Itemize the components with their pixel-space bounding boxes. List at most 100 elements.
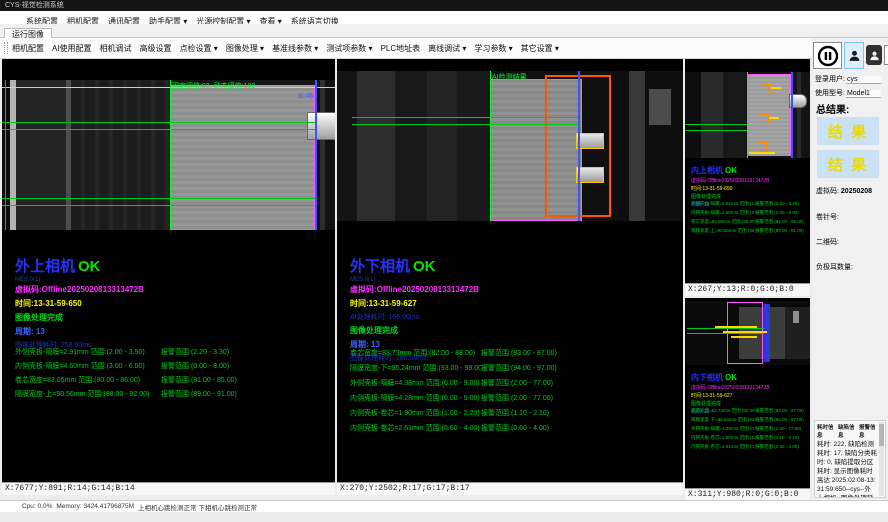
info-field: 负极耳数量: [816, 262, 853, 272]
login-user-value[interactable]: cys [846, 76, 881, 84]
overlay-line [685, 124, 747, 125]
toolbar-item[interactable]: 离线调试 ▾ [428, 38, 466, 59]
machinery-band [16, 80, 66, 230]
overlay-line [578, 71, 580, 221]
process-status: 图像处理完成 [350, 325, 655, 336]
machinery-band [427, 71, 457, 221]
camera2-pixel-statusbar: X:270;Y:2502;R:17;G:17;B:17 [337, 482, 683, 495]
measurement-rows: 卷芯宽度=83.73mm 范围:(82.00 - 88.00) 报警范围:(83… [350, 345, 679, 435]
toolbar-item[interactable]: 图像处理 ▾ [226, 38, 264, 59]
measurement-value: 外侧壳板-隔膜=4.38mm 范围:(0.00 - 9.00) [350, 378, 481, 388]
measurement-value: 内侧壳板-卷芯=2.61mm 范围:(0.60 - 4.00) [691, 444, 755, 450]
user-icon [848, 47, 861, 64]
measurement-value: 内侧壳板-隔膜=4.60mm 范围:(3.00 - 6.00) [691, 210, 755, 216]
camera1-image: 固定阈值:93, 动态阈值:100 B:46 [2, 80, 335, 230]
toolbar-item[interactable]: AI使用配置 [52, 38, 92, 59]
result-box-1: 结 果 [817, 117, 879, 145]
alarm-range: 报警范围:(0.60 - 4.00) [755, 444, 799, 450]
pause-button[interactable] [813, 42, 842, 69]
machinery-band [357, 71, 395, 221]
heartbeat-notes: 上相机心跳检测正常下相机心跳检测正常 [138, 502, 257, 512]
toolbar-item[interactable]: PLC地址表 [381, 38, 421, 59]
toolbar-item[interactable]: 点检设置 ▾ [180, 38, 218, 59]
measurement-rows: 外侧壳板-隔膜=2.91mm 范围:(2.00 - 3.50) 报警范围:(2.… [691, 199, 808, 235]
cycle-count: 周期: 13 [15, 326, 320, 337]
log-scrollbar[interactable] [879, 422, 884, 496]
alarm-range: 报警范围:(2.00 - 77.00) [755, 426, 801, 432]
camera3-pixel-statusbar: X:267;Y:13;R:0;G:0;B:0 [685, 283, 810, 296]
memory-usage: Memory: 3424.41796875M [56, 503, 134, 510]
log-tab[interactable]: 报警信息 [859, 423, 877, 439]
toolbar: 相机配置 AI使用配置相机调试高级设置点检设置 ▾ 图像处理 ▾ 基准线参数 ▾ 测试项… [0, 38, 888, 59]
measurement-row: 隔膜宽度-下=95.24mm 范围:(93.00 - 98.00) 报警范围:(… [350, 360, 679, 375]
defect-marker [761, 84, 771, 94]
measurement-rows: 卷芯宽度=83.73mm 范围:(82.00 - 88.00) 报警范围:(83… [691, 406, 808, 451]
measurement-value: 隔膜宽度-上=90.56mm 范围:(88.00 - 92.00) [691, 228, 755, 234]
overlay-bar [764, 304, 770, 362]
measurement-value: 卷芯宽度=83.73mm 范围:(82.00 - 88.00) [350, 348, 481, 358]
overlay-line [687, 333, 764, 334]
camera2-image: AI检测结果 [337, 71, 683, 221]
toolbar-item[interactable]: 高级设置 [140, 38, 172, 59]
measurement-row: 卷芯宽度=83.05mm 范围:(80.00 - 86.00) 报警范围:(81… [691, 217, 808, 226]
measurement-value: 内侧壳板-隔膜=4.60mm 范围:(3.00 - 6.00) [15, 361, 161, 371]
virtual-code: 虚拟码:Offline2025020813313472B [691, 384, 806, 391]
toolbar-item[interactable]: 基准线参数 ▾ [272, 38, 318, 59]
measurement-value: 隔膜宽度-下=95.24mm 范围:(93.00 - 98.00) [691, 417, 755, 423]
measurement-value: 外侧壳板-隔膜=4.38mm 范围:(0.00 - 9.00) [691, 426, 755, 432]
login-user-button[interactable] [844, 42, 864, 69]
alarm-range: 报警范围:(1.10 - 2.10) [481, 408, 549, 418]
overlay-line [2, 198, 315, 199]
tab-strip: 运行图像 [0, 24, 888, 38]
toolbar-item[interactable]: 测试项参数 ▾ [326, 38, 372, 59]
annotation-mark [771, 87, 781, 89]
measurement-row: 内侧壳板-卷芯=1.90mm 范围:(1.00 - 2.20) 报警范围:(1.… [691, 433, 808, 442]
control-sidebar: 登录用户:cys 使用型号:Model1 总结果: 结 果 结 果 虚拟码: 2… [812, 38, 888, 500]
model-row: 使用型号:Model1 [815, 88, 881, 98]
measurement-row: 隔膜宽度-上=90.56mm 范围:(88.00 - 92.00) 报警范围:(… [15, 387, 331, 401]
ai-elapsed: AI处理耗时: 166.00ms [350, 312, 655, 322]
camera-name: 内上相机 [691, 166, 723, 175]
measurement-row: 卷芯宽度=83.73mm 范围:(82.00 - 88.00) 报警范围:(83… [691, 406, 808, 415]
log-tabs: 耗时信息缺陷信息报警信息 [817, 423, 877, 439]
toolbar-item[interactable]: 学习参数 ▾ [474, 38, 512, 59]
log-tab[interactable]: 耗时信息 [817, 423, 835, 439]
log-scrollbar-thumb[interactable] [879, 424, 884, 446]
machinery-band [395, 71, 427, 221]
camera4-image [685, 301, 810, 365]
measurement-row: 外侧壳板-隔膜=2.91mm 范围:(2.00 - 3.50) 报警范围:(2.… [691, 199, 808, 208]
alarm-range: 报警范围:(2.20 - 3.30) [755, 201, 799, 207]
machinery-band [723, 72, 747, 158]
measurement-value: 隔膜宽度-下=95.24mm 范围:(93.00 - 98.00) [350, 363, 481, 373]
overlay-line [490, 71, 491, 221]
annotation-mark [715, 326, 757, 328]
electrode-tab [307, 112, 335, 140]
measurement-value: 外侧壳板-隔膜=2.91mm 范围:(2.00 - 3.50) [15, 347, 161, 357]
model-value[interactable]: Model1 [846, 90, 881, 98]
overlay-line [5, 80, 6, 230]
overlay-line [170, 80, 171, 230]
info-field-label: 卷针号: [816, 214, 839, 221]
alarm-range: 报警范围:(2.00 - 77.00) [481, 393, 553, 403]
timing-log-box: 耗时信息缺陷信息报警信息 耗时: 222, 缺陷检测耗时: 17, 缺陷分类耗时… [814, 420, 886, 498]
toolbar-item[interactable]: 其它设置 ▾ [521, 38, 559, 59]
user-manage-button[interactable] [866, 45, 882, 65]
log-tab[interactable]: 缺陷信息 [838, 423, 856, 439]
info-field-value: 20250208 [841, 188, 872, 195]
camera1-result-block: 外上相机OK MES:0(1) 虚拟码:Offline2025020813313… [15, 255, 320, 350]
overlay-line [352, 117, 579, 118]
machinery-band [797, 72, 801, 158]
overlay-line [685, 130, 747, 131]
result-ok: OK [413, 258, 436, 275]
machinery-band [793, 311, 799, 323]
toolbar-item[interactable]: 相机配置 [12, 38, 44, 59]
user-dark-icon [869, 49, 880, 62]
measurement-value: 隔膜宽度-上=90.56mm 范围:(88.00 - 92.00) [15, 389, 161, 399]
overlay-line [2, 87, 335, 88]
machinery-band [320, 80, 325, 230]
exit-button[interactable] [884, 45, 888, 65]
camera3-image [685, 72, 810, 158]
toolbar-item[interactable]: 相机调试 [100, 38, 132, 59]
measurement-row: 隔膜宽度-上=90.56mm 范围:(88.00 - 92.00) 报警范围:(… [691, 226, 808, 235]
electrode-tab [576, 133, 604, 149]
